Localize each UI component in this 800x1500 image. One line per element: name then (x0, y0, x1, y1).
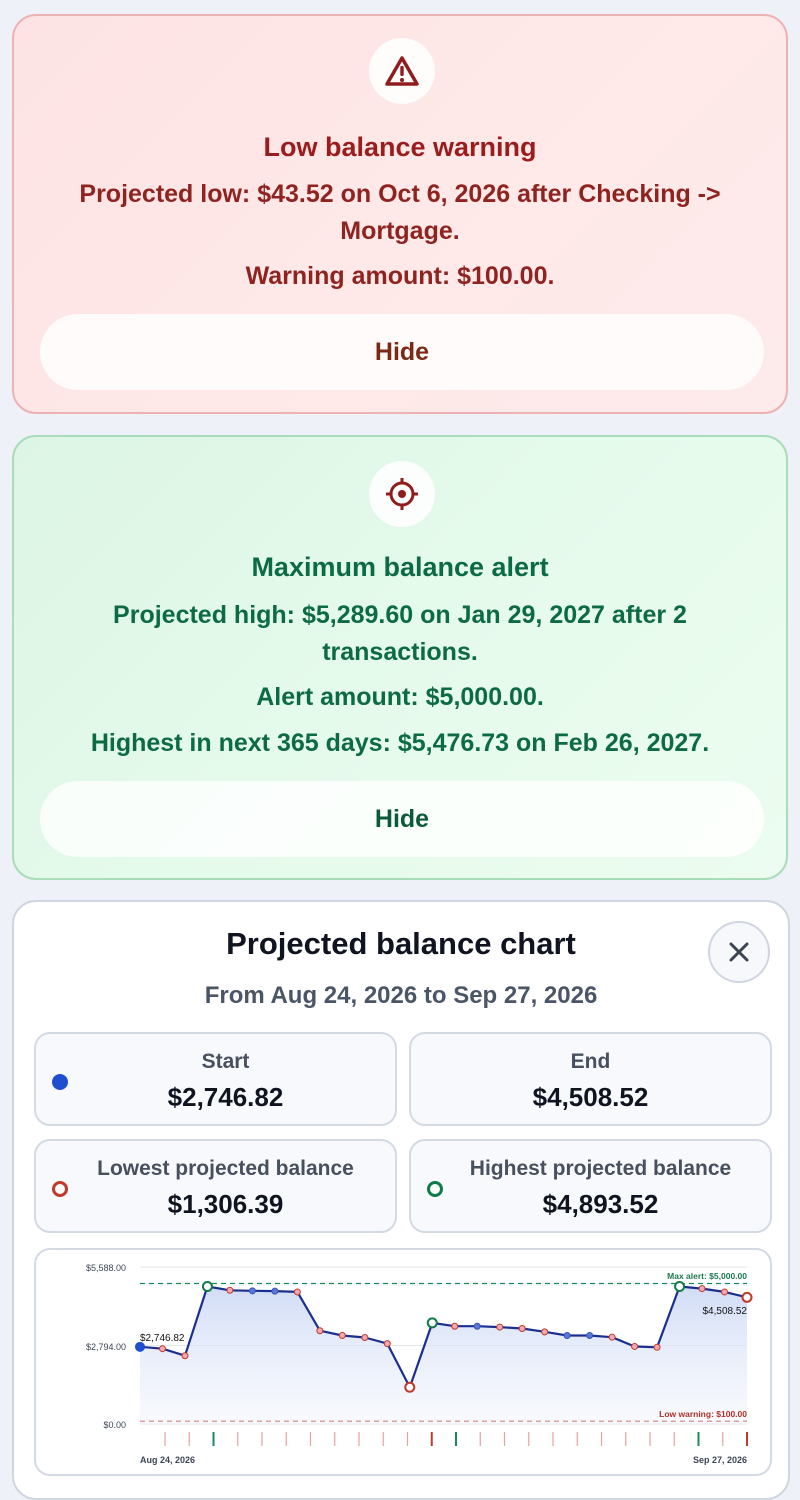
end-label: End (570, 1050, 611, 1073)
close-chart-button[interactable] (708, 921, 770, 983)
start-label: Start (201, 1050, 250, 1073)
data-point (181, 1352, 189, 1360)
data-point (631, 1342, 639, 1350)
data-point (473, 1322, 481, 1330)
lowest-value: $1,306.39 (167, 1189, 284, 1219)
maximum-balance-alert-card: Maximum balance alert Projected high: $5… (12, 435, 788, 880)
projected-balance-chart-panel: Projected balance chart From Aug 24, 202… (12, 900, 790, 1500)
x-axis-start-label: Aug 24, 2026 (140, 1455, 195, 1465)
data-point (721, 1288, 729, 1296)
data-point (653, 1343, 661, 1351)
data-point (158, 1345, 166, 1353)
end-balance-stat: End $4,508.52 (409, 1032, 772, 1126)
max-alert-projected-text: Projected high: $5,289.60 on Jan 29, 202… (113, 601, 687, 666)
highest-label: Highest projected balance (469, 1157, 732, 1180)
highest-value: $4,893.52 (542, 1189, 659, 1219)
data-point (404, 1381, 416, 1393)
y-tick-label-bottom: $0.00 (103, 1420, 126, 1430)
data-point (248, 1287, 256, 1295)
data-point (426, 1317, 438, 1329)
low-warning-title: Low balance warning (263, 132, 537, 162)
chart-panel-title: Projected balance chart (226, 926, 576, 961)
data-point (271, 1287, 279, 1295)
y-tick-label-mid: $2,794.00 (86, 1342, 126, 1352)
data-point (741, 1291, 753, 1303)
chart-panel-date-range: From Aug 24, 2026 to Sep 27, 2026 (204, 982, 598, 1009)
max-alert-line-label: Max alert: $5,000.00 (667, 1271, 747, 1281)
data-point (674, 1281, 686, 1293)
balance-area (140, 1286, 747, 1424)
close-icon (729, 942, 749, 962)
end-value: $4,508.52 (532, 1082, 649, 1112)
balance-chart-svg: $5,588.00 $2,794.00 $0.00 Max alert: $5,… (86, 1263, 753, 1465)
target-icon (369, 461, 435, 527)
data-point (338, 1331, 346, 1339)
data-point (698, 1285, 706, 1293)
low-warning-line-label: Low warning: $100.00 (659, 1409, 747, 1419)
warning-triangle-icon (369, 38, 435, 104)
y-tick-label-top: $5,588.00 (86, 1263, 126, 1273)
low-warning-projected-text: Projected low: $43.52 on Oct 6, 2026 aft… (79, 180, 721, 245)
lowest-label: Lowest projected balance (97, 1157, 354, 1180)
data-point (361, 1333, 369, 1341)
data-point (563, 1331, 571, 1339)
x-axis-end-label: Sep 27, 2026 (693, 1455, 747, 1465)
data-point (608, 1333, 616, 1341)
data-point (293, 1288, 301, 1296)
max-alert-amount-text: Alert amount: $5,000.00. (256, 683, 544, 711)
hide-low-warning-button[interactable]: Hide (40, 314, 764, 390)
low-balance-warning-card: Low balance warning Projected low: $43.5… (12, 14, 788, 414)
highest-balance-stat: Highest projected balance $4,893.52 (409, 1139, 772, 1233)
data-point (316, 1327, 324, 1335)
max-alert-title: Maximum balance alert (251, 552, 549, 582)
data-point (451, 1322, 459, 1330)
data-point (518, 1324, 526, 1332)
data-point (226, 1286, 234, 1294)
start-value-annotation: $2,746.82 (140, 1333, 185, 1344)
lowest-balance-stat: Lowest projected balance $1,306.39 (34, 1139, 397, 1233)
data-point (383, 1340, 391, 1348)
data-point (586, 1331, 594, 1339)
hide-max-alert-button[interactable]: Hide (40, 781, 764, 857)
low-warning-amount-text: Warning amount: $100.00. (245, 262, 555, 290)
data-point (135, 1341, 145, 1352)
start-balance-stat: Start $2,746.82 (34, 1032, 397, 1126)
end-value-annotation: $4,508.52 (703, 1306, 748, 1317)
balance-chart: $5,588.00 $2,794.00 $0.00 Max alert: $5,… (34, 1248, 772, 1476)
start-value: $2,746.82 (167, 1082, 284, 1112)
data-point (541, 1328, 549, 1336)
max-alert-highest-text: Highest in next 365 days: $5,476.73 on F… (90, 729, 710, 757)
data-point (201, 1281, 213, 1293)
data-point (496, 1323, 504, 1331)
